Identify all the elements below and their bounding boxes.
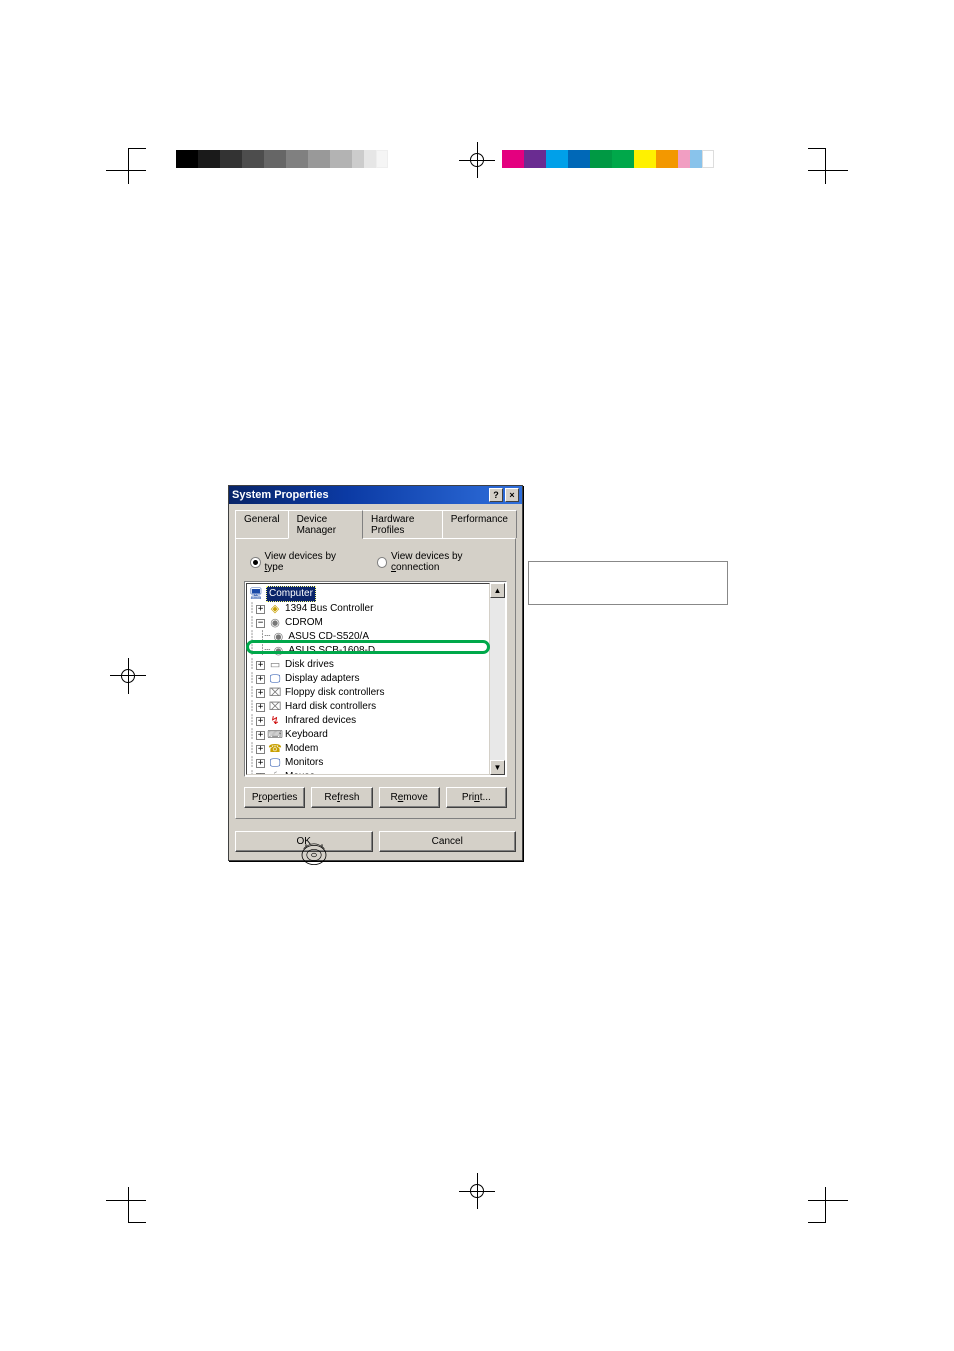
monitor-icon: 🖵 (268, 757, 282, 769)
collapse-icon[interactable] (256, 619, 265, 628)
grayscale-bars (176, 150, 388, 168)
expand-icon[interactable] (256, 675, 265, 684)
floppy-icon: ⌧ (268, 687, 282, 699)
system-properties-dialog: System Properties ? × General Device Man… (228, 485, 523, 861)
keyboard-icon: ⌨ (268, 729, 282, 741)
registration-mark-bottom (465, 1179, 489, 1203)
device-manager-panel: View devices by type View devices by con… (235, 538, 516, 819)
tree-cdrom[interactable]: ┊ ◉ CDROM (249, 616, 487, 630)
tree-item-label: Mouse (285, 770, 315, 775)
expand-icon[interactable] (256, 605, 265, 614)
disk-icon: ▭ (268, 659, 282, 671)
cd-icon: ◉ (268, 617, 282, 629)
tree-item-label: Monitors (285, 756, 323, 770)
tree-item-label: Keyboard (285, 728, 328, 742)
tree-display-adapters[interactable]: ┊ 🖵 Display adapters (249, 672, 487, 686)
tree-floppy[interactable]: ┊ ⌧ Floppy disk controllers (249, 686, 487, 700)
tree-item-label: Hard disk controllers (285, 700, 376, 714)
remove-button[interactable]: Remove (379, 787, 440, 808)
tab-hardware-profiles[interactable]: Hardware Profiles (362, 510, 443, 538)
dialog-titlebar: System Properties ? × (229, 486, 522, 504)
radio-by-type[interactable]: View devices by type (250, 551, 353, 573)
tree-root[interactable]: 🖥 Computer (249, 586, 487, 602)
tree-item-label: Infrared devices (285, 714, 356, 728)
properties-button[interactable]: Properties (244, 787, 305, 808)
tree-item-label: Disk drives (285, 658, 334, 672)
scroll-down-button[interactable]: ▼ (490, 760, 505, 775)
tree-item-label: Floppy disk controllers (285, 686, 384, 700)
cancel-button[interactable]: Cancel (379, 831, 517, 852)
crop-bracket-tl-rule (106, 170, 146, 171)
mouse-icon: 🖱 (268, 771, 282, 775)
tree-keyboard[interactable]: ┊ ⌨ Keyboard (249, 728, 487, 742)
refresh-button[interactable]: Refresh (311, 787, 372, 808)
expand-icon[interactable] (256, 745, 265, 754)
tree-item-label: Display adapters (285, 672, 359, 686)
tree-monitors[interactable]: ┊ 🖵 Monitors (249, 756, 487, 770)
modem-icon: ☎ (268, 743, 282, 755)
tree-item-label: ASUS SCB-1608-D (288, 644, 375, 658)
registration-mark-top (465, 148, 489, 172)
radio-icon (250, 557, 261, 568)
tree-infrared[interactable]: ┊ ↯ Infrared devices (249, 714, 487, 728)
tree-cdrom-item2[interactable]: ┊ ┊┄ ◉ ASUS SCB-1608-D (249, 644, 487, 658)
tree-1394[interactable]: ┊ ◈ 1394 Bus Controller (249, 602, 487, 616)
dialog-title: System Properties (232, 489, 329, 501)
print-button[interactable]: Print... (446, 787, 507, 808)
help-button[interactable]: ? (489, 488, 503, 502)
disc-illustration-icon (298, 840, 330, 870)
computer-icon: 🖥 (249, 588, 263, 600)
expand-icon[interactable] (256, 773, 265, 776)
tree-cdrom-item1[interactable]: ┊ ┊┄ ◉ ASUS CD-S520/A (249, 630, 487, 644)
tab-performance[interactable]: Performance (442, 510, 517, 538)
tab-general[interactable]: General (235, 510, 289, 538)
expand-icon[interactable] (256, 661, 265, 670)
close-icon: × (509, 490, 514, 500)
tree-mouse[interactable]: ┊ 🖱 Mouse (249, 770, 487, 775)
expand-icon[interactable] (256, 703, 265, 712)
page-content: System Properties ? × General Device Man… (170, 185, 784, 1165)
tree-item-label: 1394 Bus Controller (285, 602, 373, 616)
tree-item-label: Modem (285, 742, 318, 756)
callout-box (528, 561, 728, 605)
tree-hard-disk[interactable]: ┊ ⌧ Hard disk controllers (249, 700, 487, 714)
tree-modem[interactable]: ┊ ☎ Modem (249, 742, 487, 756)
hdd-icon: ⌧ (268, 701, 282, 713)
tree-disk-drives[interactable]: ┊ ▭ Disk drives (249, 658, 487, 672)
expand-icon[interactable] (256, 731, 265, 740)
expand-icon[interactable] (256, 759, 265, 768)
tabs-row: General Device Manager Hardware Profiles… (229, 504, 522, 538)
scroll-up-button[interactable]: ▲ (490, 583, 505, 598)
crop-bracket-tr-rule (808, 170, 848, 171)
crop-bracket-br-rule (808, 1200, 848, 1201)
radio-by-connection[interactable]: View devices by connection (377, 551, 507, 573)
device-tree: 🖥 Computer ┊ ◈ 1394 Bus Controller ┊ ◉ C… (244, 581, 507, 777)
expand-icon[interactable] (256, 689, 265, 698)
help-icon: ? (493, 490, 499, 500)
controller-icon: ◈ (268, 603, 282, 615)
cd-icon: ◉ (271, 631, 285, 643)
color-bars (502, 150, 714, 168)
tree-root-label: Computer (266, 586, 316, 602)
tree-item-label: ASUS CD-S520/A (288, 630, 369, 644)
crop-bracket-bl (128, 1187, 146, 1223)
crop-bracket-br (808, 1187, 826, 1223)
crop-bracket-bl-rule (106, 1200, 146, 1201)
vertical-scrollbar[interactable]: ▲ ▼ (490, 583, 505, 775)
radio-icon (377, 557, 388, 568)
display-icon: 🖵 (268, 673, 282, 685)
tree-item-label: CDROM (285, 616, 323, 630)
cd-icon: ◉ (271, 645, 285, 657)
registration-mark-left (116, 664, 140, 688)
tab-device-manager[interactable]: Device Manager (288, 510, 363, 539)
expand-icon[interactable] (256, 717, 265, 726)
infrared-icon: ↯ (268, 715, 282, 727)
close-button[interactable]: × (505, 488, 519, 502)
